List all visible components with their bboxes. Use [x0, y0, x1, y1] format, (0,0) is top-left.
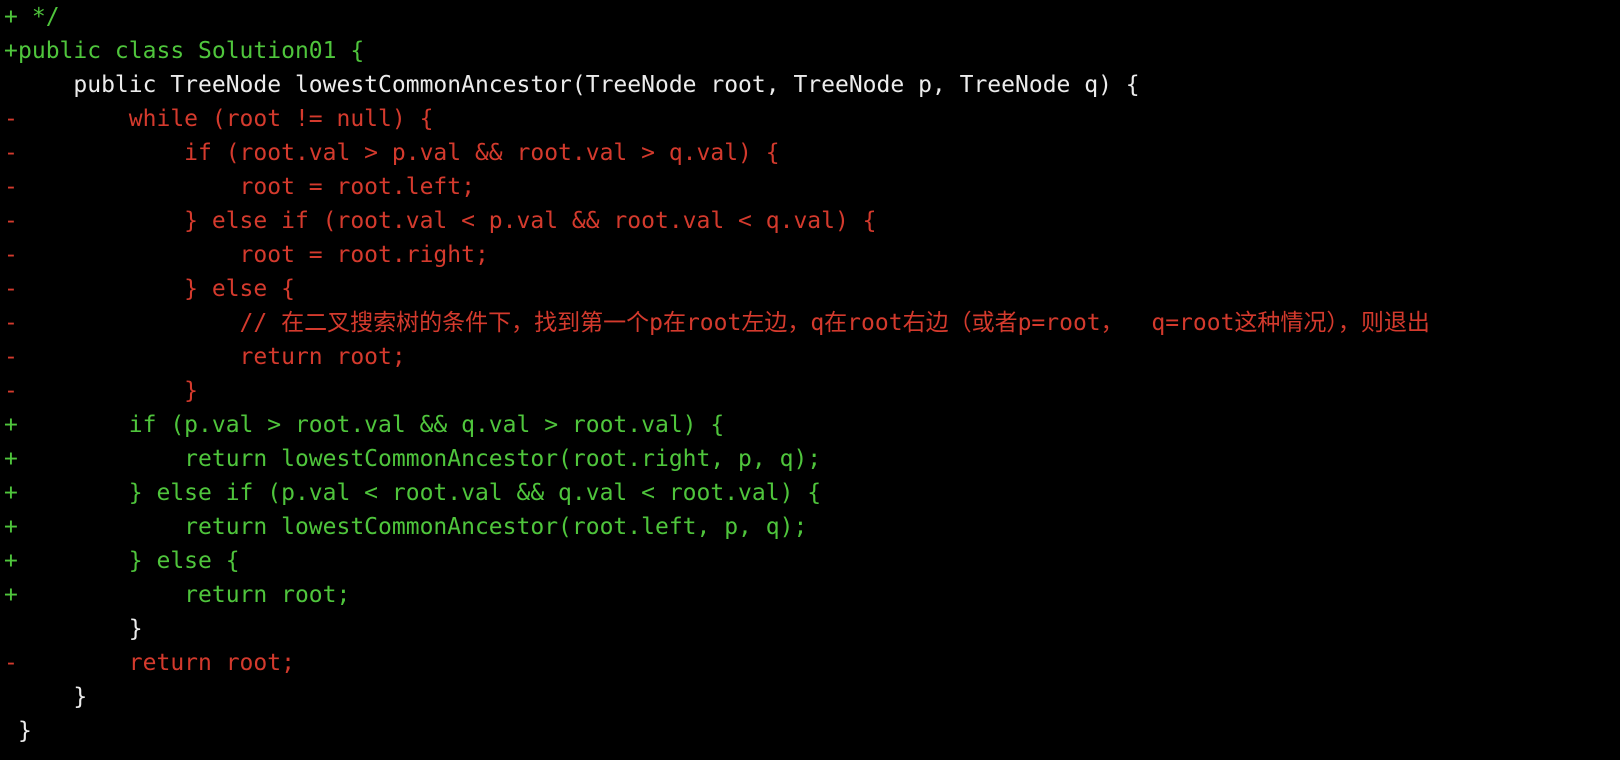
- diff-line-added: + } else if (p.val < root.val && q.val <…: [0, 476, 1620, 510]
- diff-marker: [4, 680, 18, 714]
- diff-marker: +: [4, 4, 18, 30]
- diff-line-added: + */: [0, 0, 1620, 34]
- diff-line-text: } else if (root.val < p.val && root.val …: [18, 208, 877, 234]
- diff-marker: -: [4, 140, 18, 166]
- diff-line-removed: - } else {: [0, 272, 1620, 306]
- diff-line-text: public TreeNode lowestCommonAncestor(Tre…: [18, 72, 1140, 98]
- diff-marker: +: [4, 38, 18, 64]
- diff-line-added: +public class Solution01 {: [0, 34, 1620, 68]
- diff-marker: -: [4, 276, 18, 302]
- diff-line-context: }: [0, 714, 1620, 748]
- diff-line-text: return root;: [18, 344, 406, 370]
- diff-line-context: }: [0, 612, 1620, 646]
- diff-marker: +: [4, 412, 18, 438]
- diff-line-removed: - root = root.right;: [0, 238, 1620, 272]
- diff-line-removed: - // 在二叉搜索树的条件下，找到第一个p在root左边，q在root右边（或…: [0, 306, 1620, 340]
- diff-line-text: } else {: [18, 548, 240, 574]
- diff-marker: -: [4, 650, 18, 676]
- diff-line-text: }: [18, 718, 32, 744]
- diff-line-added: + return lowestCommonAncestor(root.right…: [0, 442, 1620, 476]
- diff-line-text: return lowestCommonAncestor(root.right, …: [18, 446, 822, 472]
- diff-marker: +: [4, 548, 18, 574]
- diff-line-removed: - } else if (root.val < p.val && root.va…: [0, 204, 1620, 238]
- diff-line-added: + return lowestCommonAncestor(root.left,…: [0, 510, 1620, 544]
- diff-line-text: return lowestCommonAncestor(root.left, p…: [18, 514, 808, 540]
- diff-line-text: }: [18, 616, 143, 642]
- diff-marker: -: [4, 378, 18, 404]
- diff-line-text: if (root.val > p.val && root.val > q.val…: [18, 140, 780, 166]
- diff-line-added: + if (p.val > root.val && q.val > root.v…: [0, 408, 1620, 442]
- diff-line-text: }: [18, 378, 199, 404]
- diff-line-text: if (p.val > root.val && q.val > root.val…: [18, 412, 725, 438]
- diff-line-text: while (root != null) {: [18, 106, 434, 132]
- diff-marker: +: [4, 446, 18, 472]
- diff-line-added: + } else {: [0, 544, 1620, 578]
- diff-line-removed: - while (root != null) {: [0, 102, 1620, 136]
- diff-line-text: */: [18, 4, 60, 30]
- diff-marker: +: [4, 480, 18, 506]
- diff-marker: -: [4, 344, 18, 370]
- diff-marker: -: [4, 310, 18, 336]
- diff-line-text: return root;: [18, 650, 295, 676]
- diff-marker: -: [4, 208, 18, 234]
- diff-line-text: }: [18, 684, 88, 710]
- diff-marker: +: [4, 582, 18, 608]
- diff-line-text: // 在二叉搜索树的条件下，找到第一个p在root左边，q在root右边（或者p…: [18, 310, 1430, 336]
- diff-line-added: + return root;: [0, 578, 1620, 612]
- diff-marker: [4, 714, 18, 748]
- diff-line-removed: - if (root.val > p.val && root.val > q.v…: [0, 136, 1620, 170]
- diff-line-text: } else if (p.val < root.val && q.val < r…: [18, 480, 822, 506]
- diff-marker: -: [4, 106, 18, 132]
- diff-line-text: public class Solution01 {: [18, 38, 365, 64]
- diff-line-removed: - return root;: [0, 340, 1620, 374]
- diff-marker: [4, 612, 18, 646]
- diff-line-removed: - root = root.left;: [0, 170, 1620, 204]
- diff-line-removed: - }: [0, 374, 1620, 408]
- terminal-window: + */ +public class Solution01 { public T…: [0, 0, 1620, 760]
- diff-marker: -: [4, 174, 18, 200]
- diff-line-text: } else {: [18, 276, 295, 302]
- diff-line-text: return root;: [18, 582, 351, 608]
- diff-line-removed: - return root;: [0, 646, 1620, 680]
- diff-line-text: root = root.left;: [18, 174, 475, 200]
- diff-marker: [4, 68, 18, 102]
- diff-line-context: public TreeNode lowestCommonAncestor(Tre…: [0, 68, 1620, 102]
- diff-line-context: }: [0, 680, 1620, 714]
- diff-marker: +: [4, 514, 18, 540]
- diff-marker: -: [4, 242, 18, 268]
- diff-line-text: root = root.right;: [18, 242, 489, 268]
